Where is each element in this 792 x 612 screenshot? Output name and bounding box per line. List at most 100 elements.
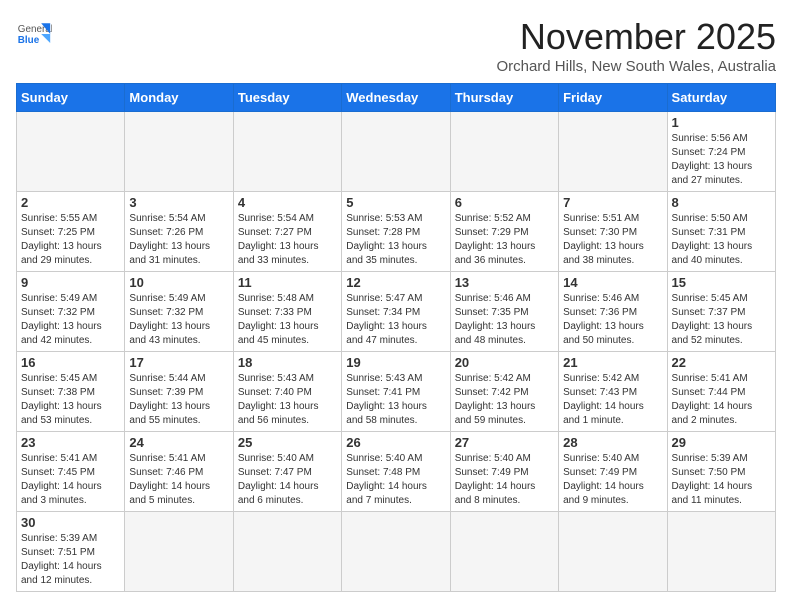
day-info: Sunrise: 5:47 AM Sunset: 7:34 PM Dayligh… bbox=[346, 292, 445, 348]
day-number: 13 bbox=[455, 275, 554, 290]
day-number: 23 bbox=[21, 435, 120, 450]
day-number: 5 bbox=[346, 195, 445, 210]
day-info: Sunrise: 5:43 AM Sunset: 7:40 PM Dayligh… bbox=[238, 372, 337, 428]
day-info: Sunrise: 5:50 AM Sunset: 7:31 PM Dayligh… bbox=[672, 212, 771, 268]
calendar-cell bbox=[450, 512, 558, 592]
calendar-cell: 26 Sunrise: 5:40 AM Sunset: 7:48 PM Dayli… bbox=[342, 432, 450, 512]
day-info: Sunrise: 5:54 AM Sunset: 7:26 PM Dayligh… bbox=[129, 212, 228, 268]
calendar-cell bbox=[125, 112, 233, 192]
day-info: Sunrise: 5:53 AM Sunset: 7:28 PM Dayligh… bbox=[346, 212, 445, 268]
day-info: Sunrise: 5:42 AM Sunset: 7:42 PM Dayligh… bbox=[455, 372, 554, 428]
svg-text:Blue: Blue bbox=[18, 35, 40, 46]
day-number: 6 bbox=[455, 195, 554, 210]
day-info: Sunrise: 5:48 AM Sunset: 7:33 PM Dayligh… bbox=[238, 292, 337, 348]
day-info: Sunrise: 5:40 AM Sunset: 7:47 PM Dayligh… bbox=[238, 452, 337, 508]
day-info: Sunrise: 5:52 AM Sunset: 7:29 PM Dayligh… bbox=[455, 212, 554, 268]
calendar-cell: 5 Sunrise: 5:53 AM Sunset: 7:28 PM Daylig… bbox=[342, 192, 450, 272]
logo-icon: General Blue bbox=[16, 16, 52, 52]
day-number: 17 bbox=[129, 355, 228, 370]
day-info: Sunrise: 5:49 AM Sunset: 7:32 PM Dayligh… bbox=[129, 292, 228, 348]
day-number: 26 bbox=[346, 435, 445, 450]
day-number: 1 bbox=[672, 115, 771, 130]
day-number: 4 bbox=[238, 195, 337, 210]
calendar-cell: 2 Sunrise: 5:55 AM Sunset: 7:25 PM Daylig… bbox=[17, 192, 125, 272]
calendar-cell bbox=[667, 512, 775, 592]
page-header: General Blue November 2025 Orchard Hills… bbox=[16, 16, 776, 75]
calendar-week-row: 2 Sunrise: 5:55 AM Sunset: 7:25 PM Daylig… bbox=[17, 192, 776, 272]
day-number: 18 bbox=[238, 355, 337, 370]
location-title: Orchard Hills, New South Wales, Australi… bbox=[496, 58, 776, 75]
day-info: Sunrise: 5:41 AM Sunset: 7:44 PM Dayligh… bbox=[672, 372, 771, 428]
day-header-friday: Friday bbox=[559, 84, 667, 112]
day-number: 21 bbox=[563, 355, 662, 370]
day-info: Sunrise: 5:51 AM Sunset: 7:30 PM Dayligh… bbox=[563, 212, 662, 268]
day-number: 24 bbox=[129, 435, 228, 450]
day-number: 3 bbox=[129, 195, 228, 210]
day-number: 30 bbox=[21, 515, 120, 530]
calendar-cell bbox=[559, 112, 667, 192]
calendar-week-row: 30Sunrise: 5:39 AM Sunset: 7:51 PM Dayli… bbox=[17, 512, 776, 592]
calendar-cell: 3 Sunrise: 5:54 AM Sunset: 7:26 PM Daylig… bbox=[125, 192, 233, 272]
day-info: Sunrise: 5:46 AM Sunset: 7:36 PM Dayligh… bbox=[563, 292, 662, 348]
calendar-cell: 12Sunrise: 5:47 AM Sunset: 7:34 PM Dayli… bbox=[342, 272, 450, 352]
day-number: 16 bbox=[21, 355, 120, 370]
day-number: 11 bbox=[238, 275, 337, 290]
day-number: 19 bbox=[346, 355, 445, 370]
calendar-cell: 17Sunrise: 5:44 AM Sunset: 7:39 PM Dayli… bbox=[125, 352, 233, 432]
day-header-sunday: Sunday bbox=[17, 84, 125, 112]
calendar-cell: 9Sunrise: 5:49 AM Sunset: 7:32 PM Daylig… bbox=[17, 272, 125, 352]
title-section: November 2025 Orchard Hills, New South W… bbox=[496, 16, 776, 75]
calendar-week-row: 16 Sunrise: 5:45 AM Sunset: 7:38 PM Dayli… bbox=[17, 352, 776, 432]
calendar-cell bbox=[125, 512, 233, 592]
day-number: 15 bbox=[672, 275, 771, 290]
calendar-cell: 4 Sunrise: 5:54 AM Sunset: 7:27 PM Daylig… bbox=[233, 192, 341, 272]
day-header-wednesday: Wednesday bbox=[342, 84, 450, 112]
calendar-cell: 7 Sunrise: 5:51 AM Sunset: 7:30 PM Daylig… bbox=[559, 192, 667, 272]
calendar-cell: 8 Sunrise: 5:50 AM Sunset: 7:31 PM Daylig… bbox=[667, 192, 775, 272]
day-info: Sunrise: 5:43 AM Sunset: 7:41 PM Dayligh… bbox=[346, 372, 445, 428]
calendar-cell: 30Sunrise: 5:39 AM Sunset: 7:51 PM Dayli… bbox=[17, 512, 125, 592]
calendar-cell: 23 Sunrise: 5:41 AM Sunset: 7:45 PM Dayli… bbox=[17, 432, 125, 512]
calendar-cell: 11 Sunrise: 5:48 AM Sunset: 7:33 PM Dayli… bbox=[233, 272, 341, 352]
calendar-cell: 14Sunrise: 5:46 AM Sunset: 7:36 PM Dayli… bbox=[559, 272, 667, 352]
calendar-cell: 18 Sunrise: 5:43 AM Sunset: 7:40 PM Dayli… bbox=[233, 352, 341, 432]
day-info: Sunrise: 5:45 AM Sunset: 7:37 PM Dayligh… bbox=[672, 292, 771, 348]
day-header-thursday: Thursday bbox=[450, 84, 558, 112]
day-number: 8 bbox=[672, 195, 771, 210]
day-info: Sunrise: 5:45 AM Sunset: 7:38 PM Dayligh… bbox=[21, 372, 120, 428]
calendar-cell: 25 Sunrise: 5:40 AM Sunset: 7:47 PM Dayli… bbox=[233, 432, 341, 512]
day-info: Sunrise: 5:49 AM Sunset: 7:32 PM Dayligh… bbox=[21, 292, 120, 348]
calendar-cell bbox=[342, 112, 450, 192]
calendar-cell: 29 Sunrise: 5:39 AM Sunset: 7:50 PM Dayli… bbox=[667, 432, 775, 512]
day-info: Sunrise: 5:40 AM Sunset: 7:48 PM Dayligh… bbox=[346, 452, 445, 508]
calendar-cell bbox=[233, 112, 341, 192]
calendar-table: SundayMondayTuesdayWednesdayThursdayFrid… bbox=[16, 83, 776, 592]
day-number: 27 bbox=[455, 435, 554, 450]
calendar-cell: 19 Sunrise: 5:43 AM Sunset: 7:41 PM Dayli… bbox=[342, 352, 450, 432]
day-info: Sunrise: 5:40 AM Sunset: 7:49 PM Dayligh… bbox=[455, 452, 554, 508]
day-info: Sunrise: 5:55 AM Sunset: 7:25 PM Dayligh… bbox=[21, 212, 120, 268]
day-number: 22 bbox=[672, 355, 771, 370]
day-number: 2 bbox=[21, 195, 120, 210]
day-number: 10 bbox=[129, 275, 228, 290]
calendar-cell: 16 Sunrise: 5:45 AM Sunset: 7:38 PM Dayli… bbox=[17, 352, 125, 432]
day-info: Sunrise: 5:54 AM Sunset: 7:27 PM Dayligh… bbox=[238, 212, 337, 268]
day-number: 20 bbox=[455, 355, 554, 370]
calendar-cell: 22 Sunrise: 5:41 AM Sunset: 7:44 PM Dayli… bbox=[667, 352, 775, 432]
calendar-cell: 24 Sunrise: 5:41 AM Sunset: 7:46 PM Dayli… bbox=[125, 432, 233, 512]
day-number: 7 bbox=[563, 195, 662, 210]
calendar-cell bbox=[342, 512, 450, 592]
day-info: Sunrise: 5:40 AM Sunset: 7:49 PM Dayligh… bbox=[563, 452, 662, 508]
day-number: 29 bbox=[672, 435, 771, 450]
calendar-cell: 1 Sunrise: 5:56 AM Sunset: 7:24 PM Daylig… bbox=[667, 112, 775, 192]
calendar-cell bbox=[17, 112, 125, 192]
calendar-cell: 10 Sunrise: 5:49 AM Sunset: 7:32 PM Dayli… bbox=[125, 272, 233, 352]
day-number: 25 bbox=[238, 435, 337, 450]
day-info: Sunrise: 5:42 AM Sunset: 7:43 PM Dayligh… bbox=[563, 372, 662, 428]
calendar-cell: 21 Sunrise: 5:42 AM Sunset: 7:43 PM Dayli… bbox=[559, 352, 667, 432]
day-info: Sunrise: 5:39 AM Sunset: 7:50 PM Dayligh… bbox=[672, 452, 771, 508]
day-info: Sunrise: 5:56 AM Sunset: 7:24 PM Dayligh… bbox=[672, 132, 771, 188]
day-info: Sunrise: 5:41 AM Sunset: 7:46 PM Dayligh… bbox=[129, 452, 228, 508]
day-info: Sunrise: 5:41 AM Sunset: 7:45 PM Dayligh… bbox=[21, 452, 120, 508]
month-title: November 2025 bbox=[496, 16, 776, 58]
